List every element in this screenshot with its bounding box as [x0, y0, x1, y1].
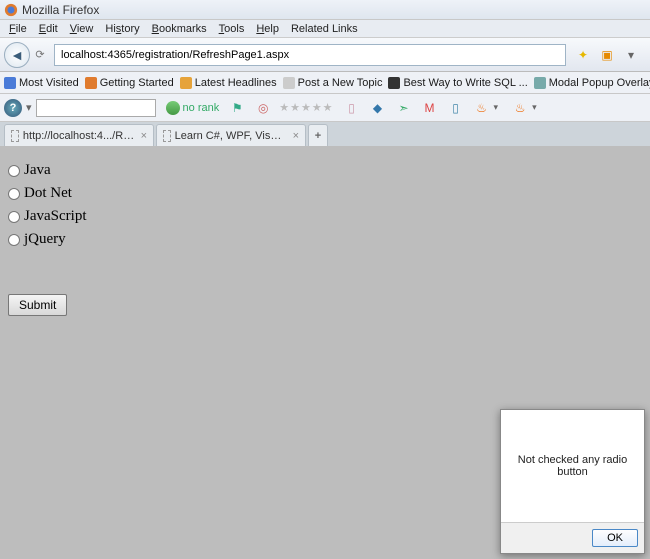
bookmark-icon: [283, 77, 295, 89]
alert-ok-button[interactable]: OK: [592, 529, 638, 547]
bookmarks-bar: Most Visited Getting Started Latest Headli…: [0, 72, 650, 94]
firefox-icon: [4, 3, 18, 17]
browser-tab[interactable]: Learn C#, WPF, Visual Studio 2012, Wi...…: [156, 124, 306, 146]
radio-label: Dot Net: [24, 185, 72, 202]
tab-close-icon[interactable]: ×: [293, 130, 299, 142]
tab-bar: http://localhost:4.../RefreshPage1.aspx ×…: [0, 122, 650, 146]
menu-view[interactable]: View: [65, 22, 99, 36]
bookmark-label: Modal Popup Overlay ...: [549, 77, 650, 89]
bookmark-item[interactable]: Best Way to Write SQL ...: [388, 77, 527, 89]
url-input[interactable]: [54, 44, 566, 66]
nav-right-icons: ✦ ▣ ▾: [568, 48, 646, 62]
menu-bookmarks[interactable]: Bookmarks: [147, 22, 212, 36]
menu-bar: File Edit View History Bookmarks Tools H…: [0, 20, 650, 38]
doc-icon[interactable]: ▯: [448, 100, 464, 116]
bookmark-label: Most Visited: [19, 77, 79, 89]
back-button[interactable]: ◄: [4, 42, 30, 68]
addon-main-icon[interactable]: ?: [4, 99, 22, 117]
radio-input[interactable]: [8, 165, 20, 177]
tab-favicon: [163, 130, 171, 142]
menu-help[interactable]: Help: [251, 22, 284, 36]
badge-icon[interactable]: ◆: [370, 100, 386, 116]
radio-input[interactable]: [8, 234, 20, 246]
globe-icon: [166, 101, 180, 115]
menu-tools[interactable]: Tools: [214, 22, 250, 36]
feed-icon[interactable]: ▣: [600, 48, 614, 62]
alert-button-row: OK: [501, 522, 644, 553]
submit-button[interactable]: Submit: [8, 294, 67, 316]
bookmark-icon: [388, 77, 400, 89]
flame1-dropdown[interactable]: ▾: [494, 102, 499, 113]
addon-search-input[interactable]: [36, 99, 156, 117]
mail-icon[interactable]: M: [422, 100, 438, 116]
bookmark-icon: [85, 77, 97, 89]
radio-input[interactable]: [8, 188, 20, 200]
bookmark-item[interactable]: Latest Headlines: [180, 77, 277, 89]
rank-indicator[interactable]: no rank: [166, 101, 220, 115]
bookmark-icon: [4, 77, 16, 89]
bookmark-label: Latest Headlines: [195, 77, 277, 89]
dropdown-icon[interactable]: ▾: [624, 48, 638, 62]
radio-row: Dot Net: [8, 185, 642, 202]
flame2-dropdown[interactable]: ▾: [532, 102, 537, 113]
flame2-icon[interactable]: ♨: [512, 100, 528, 116]
browser-tab[interactable]: http://localhost:4.../RefreshPage1.aspx ×: [4, 124, 154, 146]
radio-row: JavaScript: [8, 208, 642, 225]
bookmark-label: Best Way to Write SQL ...: [403, 77, 527, 89]
new-tab-button[interactable]: +: [308, 124, 328, 146]
addon-toolbar: ? ▾ no rank ⚑ ◎ ★★★★★ ▯ ◆ ➣ M ▯ ♨ ▾ ♨ ▾: [0, 94, 650, 122]
radio-row: jQuery: [8, 231, 642, 248]
page-content: Java Dot Net JavaScript jQuery Submit Not c…: [0, 146, 650, 559]
alert-dialog: Not checked any radio button OK: [500, 409, 645, 554]
target-icon[interactable]: ◎: [255, 100, 271, 116]
radio-row: Java: [8, 162, 642, 179]
bookmark-item[interactable]: Modal Popup Overlay ...: [534, 77, 650, 89]
tab-label: http://localhost:4.../RefreshPage1.aspx: [23, 130, 135, 142]
alert-message: Not checked any radio button: [501, 410, 644, 522]
tab-label: Learn C#, WPF, Visual Studio 2012, Wi...: [175, 130, 287, 142]
tab-close-icon[interactable]: ×: [141, 130, 147, 142]
search-icon[interactable]: ✦: [576, 48, 590, 62]
nav-bar: ◄ ⟳ ✦ ▣ ▾: [0, 38, 650, 72]
bookmark-icon: [534, 77, 546, 89]
bookmark-icon: [180, 77, 192, 89]
bookmark-label: Post a New Topic: [298, 77, 383, 89]
bookmark-label: Getting Started: [100, 77, 174, 89]
radio-label: JavaScript: [24, 208, 86, 225]
reload-icon[interactable]: ⟳: [32, 48, 48, 61]
radio-input[interactable]: [8, 211, 20, 223]
menu-file[interactable]: File: [4, 22, 32, 36]
bookmark-item[interactable]: Post a New Topic: [283, 77, 383, 89]
window-title: Mozilla Firefox: [22, 3, 99, 17]
menu-edit[interactable]: Edit: [34, 22, 63, 36]
bookmark-item[interactable]: Getting Started: [85, 77, 174, 89]
title-bar: Mozilla Firefox: [0, 0, 650, 20]
addon-dropdown-icon[interactable]: ▾: [26, 101, 32, 114]
rating-stars[interactable]: ★★★★★: [279, 101, 333, 114]
radio-label: Java: [24, 162, 51, 179]
tab-favicon: [11, 130, 19, 142]
book-icon[interactable]: ▯: [344, 100, 360, 116]
bookmark-item[interactable]: Most Visited: [4, 77, 79, 89]
flame1-icon[interactable]: ♨: [474, 100, 490, 116]
tag-icon[interactable]: ⚑: [229, 100, 245, 116]
arrow-icon[interactable]: ➣: [396, 100, 412, 116]
menu-related[interactable]: Related Links: [286, 22, 363, 36]
menu-history[interactable]: History: [100, 22, 144, 36]
radio-label: jQuery: [24, 231, 66, 248]
